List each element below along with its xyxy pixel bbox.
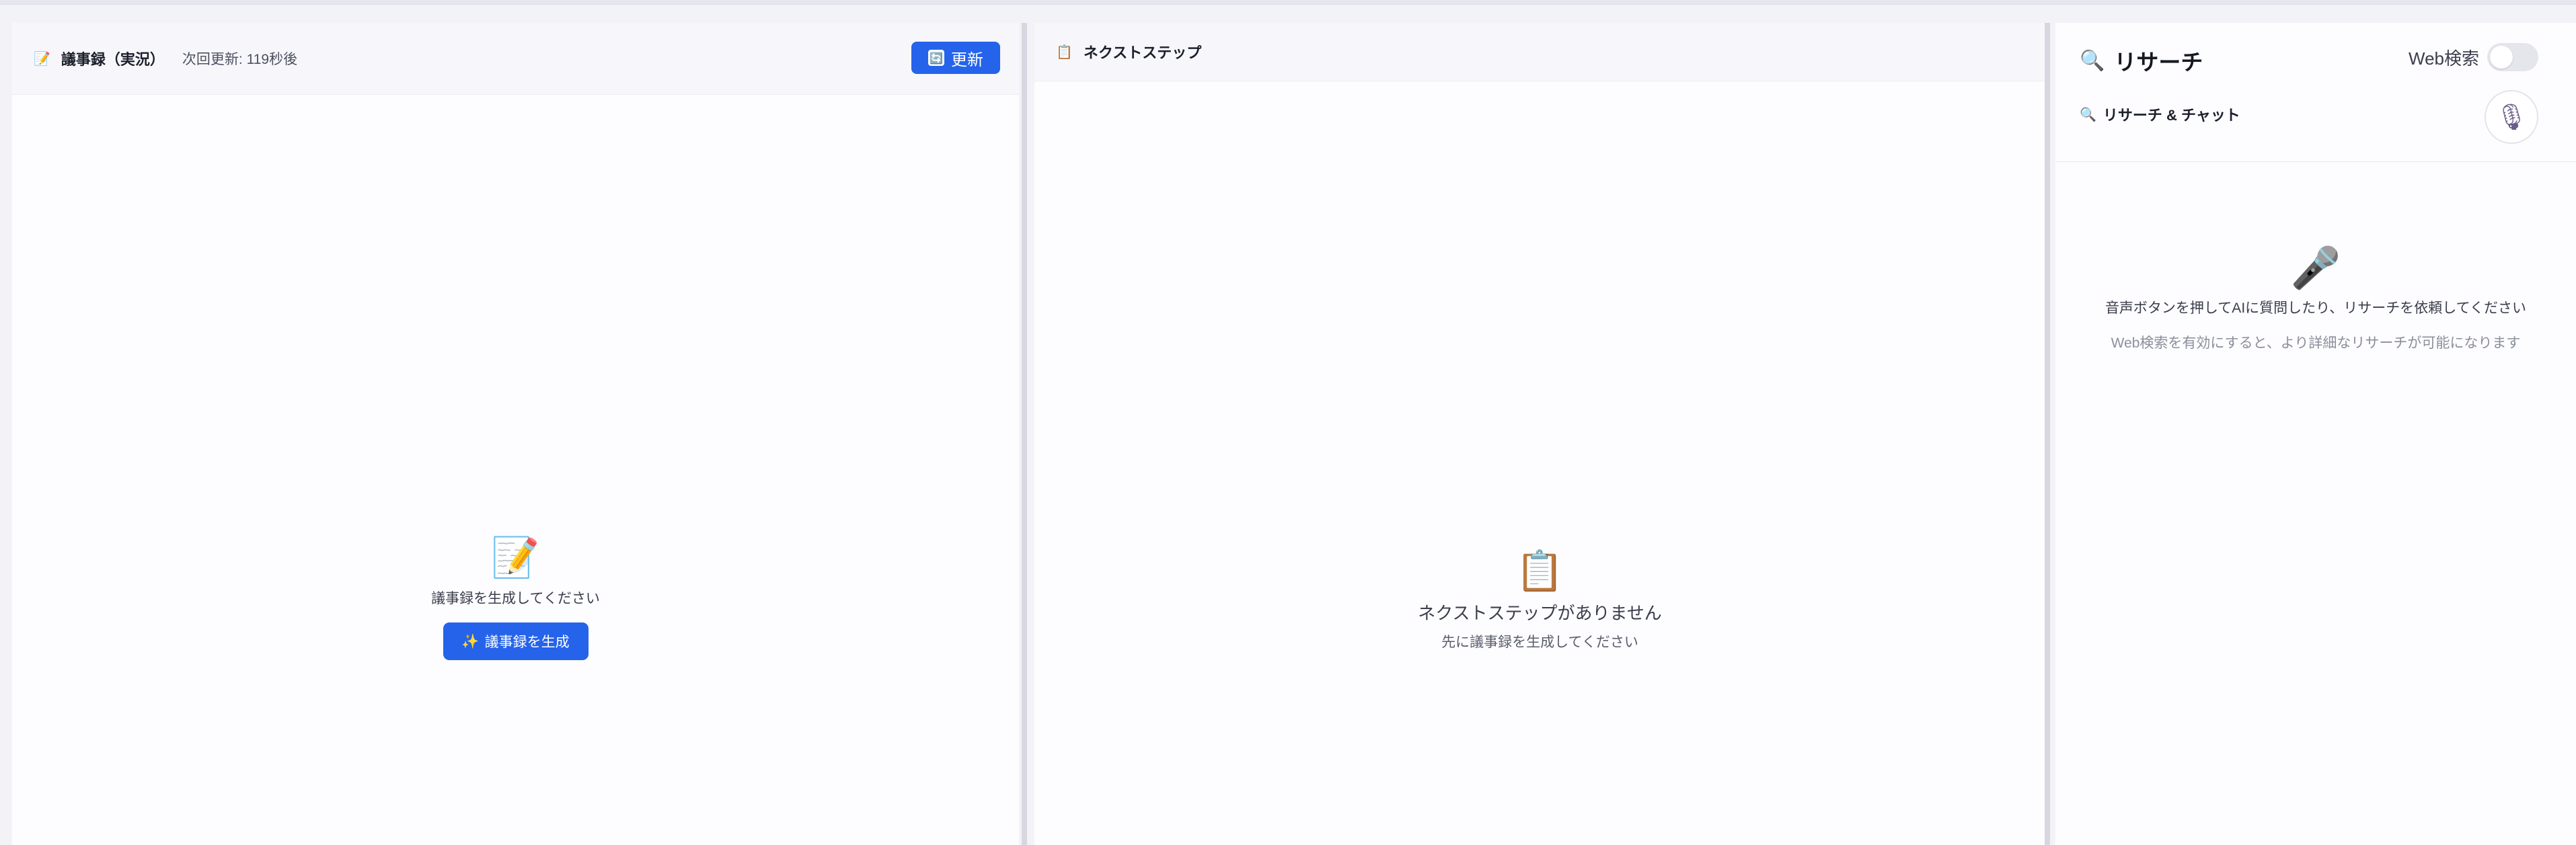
search-icon: 🔍 <box>2080 106 2096 122</box>
research-empty-text: 音声ボタンを押してAIに質問したり、リサーチを依頼してください <box>2105 300 2527 316</box>
next-steps-header: 📋 ネクストステップ <box>1034 23 2045 81</box>
web-search-label: Web検索 <box>2409 48 2479 69</box>
top-border <box>0 0 2576 5</box>
panel-resize-handle[interactable] <box>2045 23 2050 845</box>
research-panel: 🔍 リサーチ Web検索 🔍 リサーチ & チャット 🎙 🎤 音声ボタンを押して… <box>2055 23 2576 845</box>
minutes-panel: 📝 議事録（実況） 次回更新: 119秒後 🔄 更新 📝 議事録を生成してくださ… <box>12 23 1019 845</box>
next-update-countdown: 次回更新: 119秒後 <box>182 52 298 67</box>
clipboard-icon: 📋 <box>1515 548 1564 594</box>
voice-input-button[interactable]: 🎙 <box>2485 90 2538 144</box>
refresh-button[interactable]: 🔄 更新 <box>911 42 1000 74</box>
next-steps-title: ネクストステップ <box>1083 44 1202 61</box>
web-search-toggle-group: Web検索 <box>2409 43 2538 71</box>
memo-icon: 📝 <box>491 534 540 580</box>
microphone-icon: 🎙 <box>2495 102 2528 132</box>
minutes-title: 議事録（実況） <box>61 51 165 68</box>
microphone-icon: 🎤 <box>2290 245 2341 292</box>
minutes-header: 📝 議事録（実況） 次回更新: 119秒後 🔄 更新 <box>12 23 1019 95</box>
sparkles-icon: ✨ <box>461 633 480 649</box>
research-chat-title: リサーチ & チャット <box>2103 107 2240 124</box>
search-icon: 🔍 <box>2080 48 2105 73</box>
next-steps-panel: 📋 ネクストステップ 📋 ネクストステップがありません 先に議事録を生成してくだ… <box>1034 23 2045 845</box>
research-empty-state: 🎤 音声ボタンを押してAIに質問したり、リサーチを依頼してください Web検索を… <box>2055 245 2576 352</box>
refresh-icon: 🔄 <box>928 50 944 66</box>
research-header: 🔍 リサーチ Web検索 🔍 リサーチ & チャット 🎙 <box>2055 23 2576 162</box>
next-steps-empty-sub: 先に議事録を生成してください <box>1441 635 1638 650</box>
minutes-empty-text: 議事録を生成してください <box>431 591 600 606</box>
generate-minutes-button[interactable]: ✨ 議事録を生成 <box>443 622 589 660</box>
web-search-toggle[interactable] <box>2487 43 2538 71</box>
toggle-knob <box>2490 46 2513 69</box>
research-title: リサーチ <box>2114 50 2203 75</box>
panel-resize-handle[interactable] <box>1022 23 1027 845</box>
generate-minutes-label: 議事録を生成 <box>484 635 570 650</box>
memo-icon: 📝 <box>34 50 50 67</box>
clipboard-icon: 📋 <box>1056 44 1073 60</box>
research-empty-hint: Web検索を有効にすると、より詳細なリサーチが可能になります <box>2111 335 2521 351</box>
refresh-label: 更新 <box>951 50 983 69</box>
next-steps-empty-state: 📋 ネクストステップがありません 先に議事録を生成してください <box>1034 547 2045 651</box>
next-steps-empty-title: ネクストステップがありません <box>1418 603 1662 623</box>
minutes-empty-state: 📝 議事録を生成してください ✨ 議事録を生成 <box>12 534 1019 660</box>
